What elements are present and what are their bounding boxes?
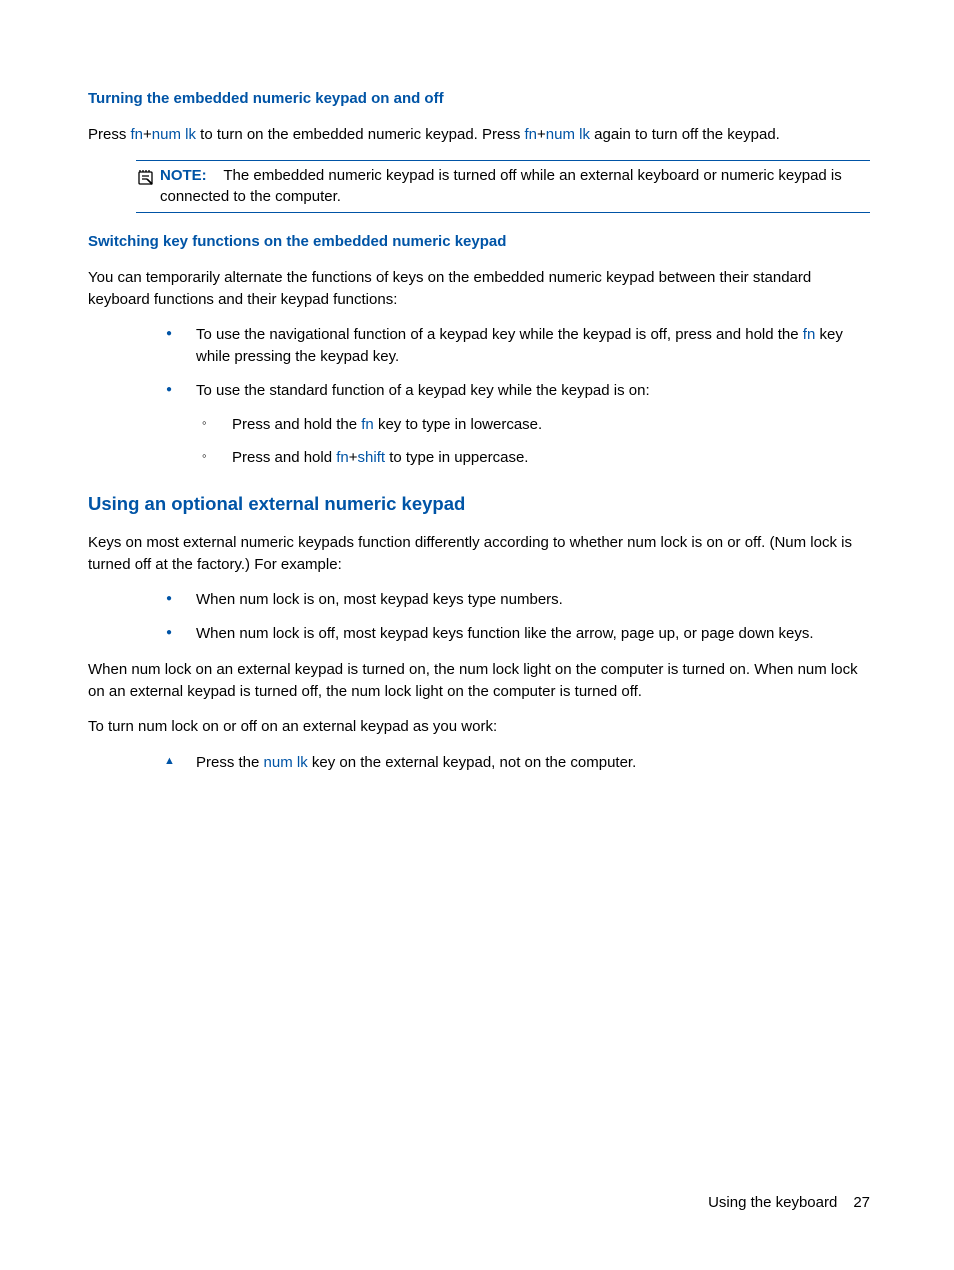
paragraph: When num lock on an external keypad is t… xyxy=(88,659,870,703)
key-fn: fn xyxy=(525,126,538,143)
sub-list: Press and hold the fn key to type in low… xyxy=(196,414,870,470)
paragraph: Press fn+num lk to turn on the embedded … xyxy=(88,124,870,146)
note-label: NOTE: xyxy=(160,167,207,184)
text: again to turn off the keypad. xyxy=(590,126,780,143)
text: + xyxy=(537,126,546,143)
list-item: Press and hold the fn key to type in low… xyxy=(196,414,870,436)
list-item: Press the num lk key on the external key… xyxy=(160,752,870,774)
paragraph: To turn num lock on or off on an externa… xyxy=(88,716,870,738)
key-fn: fn xyxy=(336,449,349,466)
paragraph: You can temporarily alternate the functi… xyxy=(88,267,870,311)
text: Press the xyxy=(196,754,264,771)
key-fn: fn xyxy=(131,126,144,143)
text: To use the navigational function of a ke… xyxy=(196,326,803,343)
page-footer: Using the keyboard 27 xyxy=(708,1192,870,1214)
document-page: Turning the embedded numeric keypad on a… xyxy=(0,0,954,1270)
key-numlk: num lk xyxy=(152,126,196,143)
bullet-list: When num lock is on, most keypad keys ty… xyxy=(160,589,870,645)
text: + xyxy=(143,126,152,143)
list-item: To use the navigational function of a ke… xyxy=(160,324,870,368)
key-fn: fn xyxy=(803,326,816,343)
list-item: Press and hold fn+shift to type in upper… xyxy=(196,447,870,469)
text: To use the standard function of a keypad… xyxy=(196,382,650,399)
heading-external-keypad: Using an optional external numeric keypa… xyxy=(88,491,870,518)
key-shift: shift xyxy=(358,449,386,466)
text: Press xyxy=(88,126,131,143)
bullet-list: To use the navigational function of a ke… xyxy=(160,324,870,469)
text: Press and hold the xyxy=(232,416,361,433)
text: to type in uppercase. xyxy=(385,449,528,466)
key-numlk: num lk xyxy=(546,126,590,143)
text: Press and hold xyxy=(232,449,336,466)
paragraph: Keys on most external numeric keypads fu… xyxy=(88,532,870,576)
text: key to type in lowercase. xyxy=(374,416,542,433)
footer-title: Using the keyboard xyxy=(708,1194,837,1211)
note-icon xyxy=(136,167,160,194)
text: + xyxy=(349,449,358,466)
list-item: To use the standard function of a keypad… xyxy=(160,380,870,469)
note-callout: NOTE: The embedded numeric keypad is tur… xyxy=(136,160,870,214)
text xyxy=(211,167,224,184)
step-list: Press the num lk key on the external key… xyxy=(160,752,870,774)
key-fn: fn xyxy=(361,416,374,433)
text: key on the external keypad, not on the c… xyxy=(308,754,637,771)
text: to turn on the embedded numeric keypad. … xyxy=(196,126,525,143)
list-item: When num lock is on, most keypad keys ty… xyxy=(160,589,870,611)
heading-turning-keypad: Turning the embedded numeric keypad on a… xyxy=(88,88,870,110)
list-item: When num lock is off, most keypad keys f… xyxy=(160,623,870,645)
page-number: 27 xyxy=(853,1194,870,1211)
note-text: NOTE: The embedded numeric keypad is tur… xyxy=(160,165,870,209)
key-numlk: num lk xyxy=(264,754,308,771)
text: The embedded numeric keypad is turned of… xyxy=(160,167,842,206)
heading-switching-functions: Switching key functions on the embedded … xyxy=(88,231,870,253)
